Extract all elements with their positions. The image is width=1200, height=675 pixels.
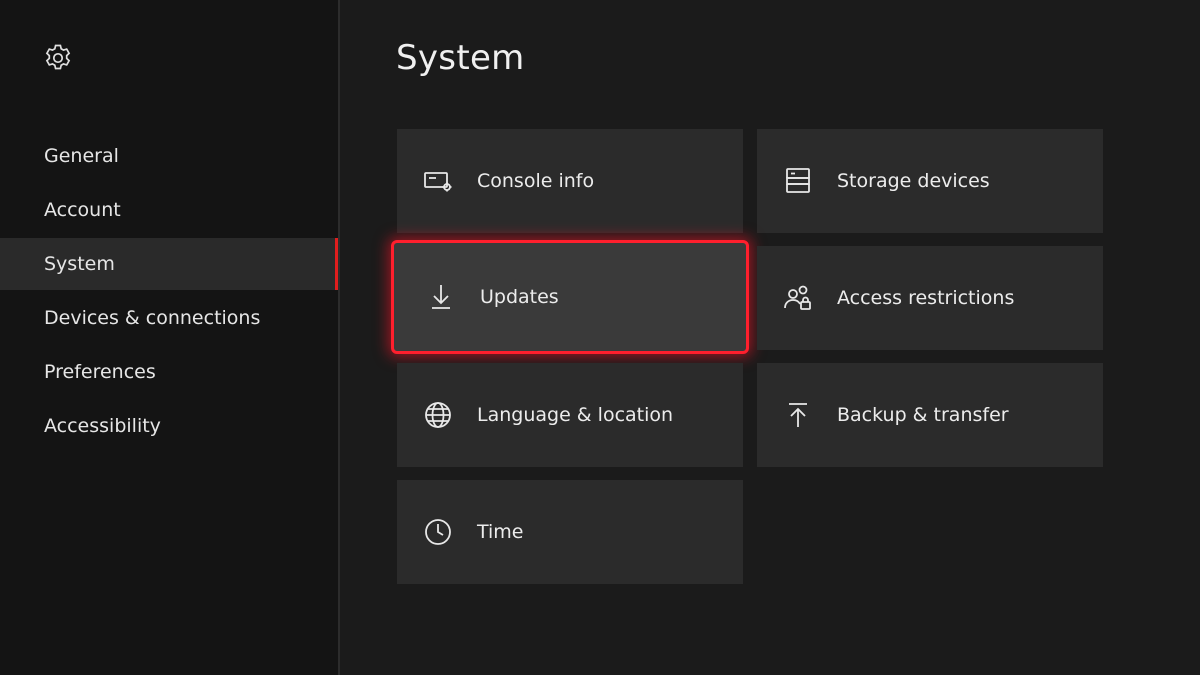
sidebar-divider [338, 0, 340, 675]
storage-icon [781, 164, 815, 198]
settings-screen: General Account System Devices & connect… [0, 0, 1200, 675]
console-info-icon [421, 164, 455, 198]
sidebar-item-devices-connections[interactable]: Devices & connections [0, 292, 340, 344]
sidebar-nav: General Account System Devices & connect… [0, 130, 340, 454]
tile-console-info[interactable]: Console info [397, 129, 743, 233]
sidebar-item-account[interactable]: Account [0, 184, 340, 236]
tile-label: Backup & transfer [837, 404, 1009, 426]
page-title: System [396, 38, 525, 78]
sidebar: General Account System Devices & connect… [0, 0, 340, 675]
tile-updates[interactable]: Updates [391, 240, 749, 354]
sidebar-item-preferences[interactable]: Preferences [0, 346, 340, 398]
tile-label: Language & location [477, 404, 674, 426]
clock-icon [421, 515, 455, 549]
download-icon [424, 280, 458, 314]
tile-label: Time [477, 521, 524, 543]
tile-language-location[interactable]: Language & location [397, 363, 743, 467]
tile-time[interactable]: Time [397, 480, 743, 584]
sidebar-item-accessibility[interactable]: Accessibility [0, 400, 340, 452]
tile-label: Updates [480, 286, 559, 308]
settings-gear-icon [45, 44, 71, 70]
tile-label: Console info [477, 170, 595, 192]
people-lock-icon [781, 281, 815, 315]
tile-backup-transfer[interactable]: Backup & transfer [757, 363, 1103, 467]
tile-label: Access restrictions [837, 287, 1015, 309]
sidebar-item-general[interactable]: General [0, 130, 340, 182]
globe-icon [421, 398, 455, 432]
tile-access-restrictions[interactable]: Access restrictions [757, 246, 1103, 350]
sidebar-item-system[interactable]: System [0, 238, 340, 290]
upload-icon [781, 398, 815, 432]
tile-storage-devices[interactable]: Storage devices [757, 129, 1103, 233]
tile-label: Storage devices [837, 170, 990, 192]
